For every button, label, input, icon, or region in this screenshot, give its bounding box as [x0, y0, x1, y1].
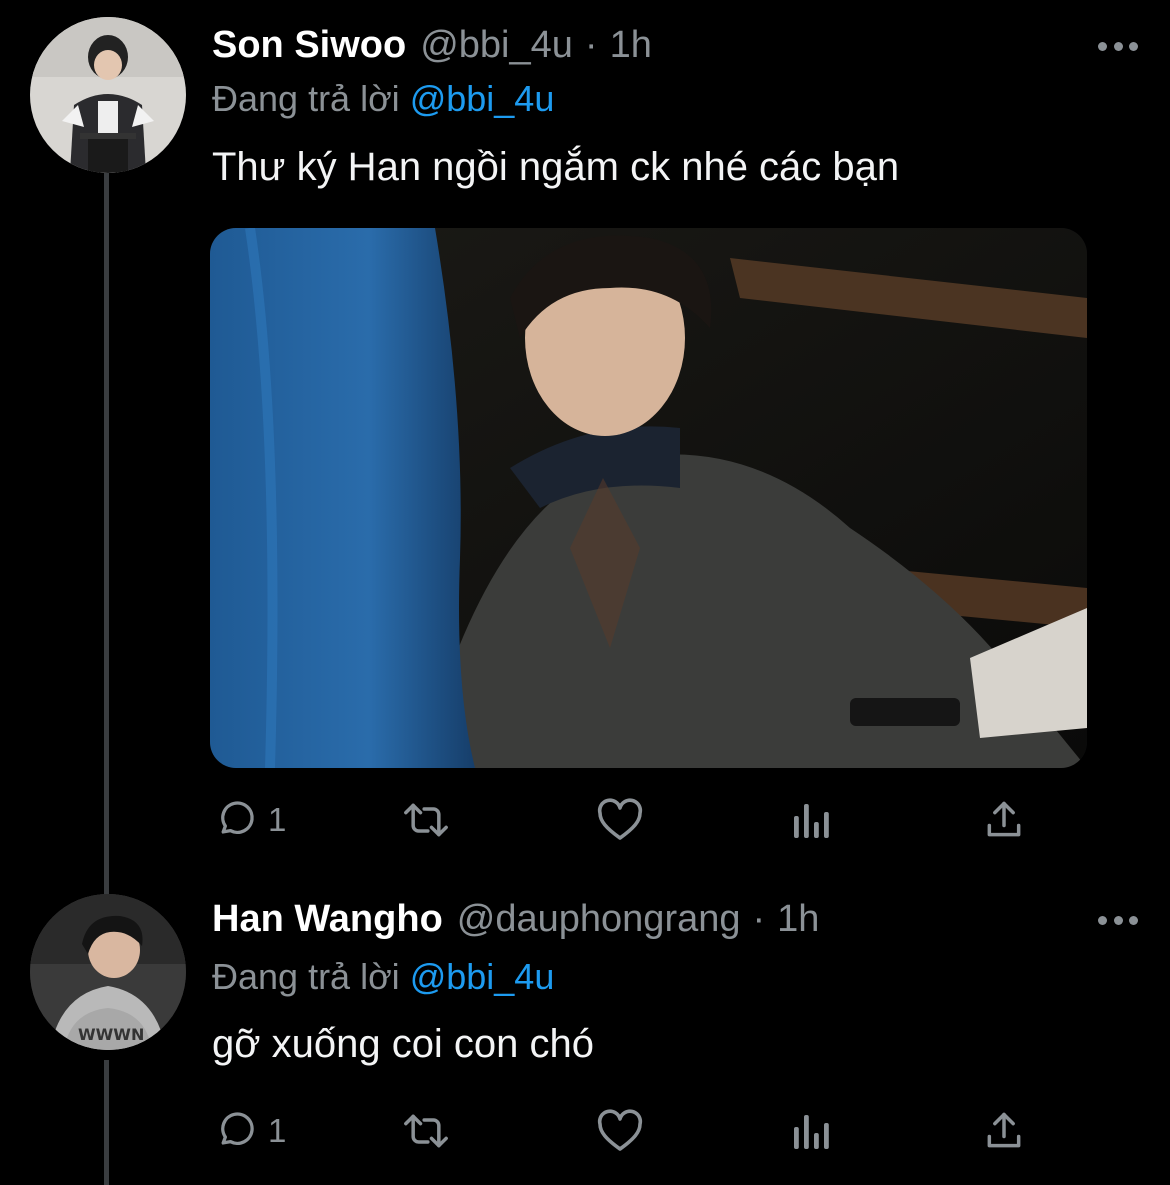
timestamp[interactable]: 1h [777, 898, 819, 941]
avatar[interactable] [30, 17, 186, 173]
reply-icon [221, 801, 254, 834]
more-icon[interactable] [1098, 910, 1138, 930]
views-button[interactable] [792, 795, 832, 845]
retweet-icon [404, 803, 448, 837]
reply-count: 1 [268, 1112, 287, 1149]
retweet-icon [404, 1114, 448, 1148]
more-icon[interactable] [1098, 36, 1138, 56]
reply-button[interactable]: 1 [214, 795, 286, 845]
tweet-text: gỡ xuống coi con chó [212, 1022, 595, 1066]
display-name[interactable]: Son Siwoo [212, 24, 406, 67]
retweet-button[interactable] [400, 1106, 452, 1156]
share-icon [987, 801, 1021, 837]
replying-to: Đang trả lời @bbi_4u [212, 956, 554, 998]
mention-link[interactable]: @bbi_4u [410, 956, 555, 997]
tweet[interactable]: WWWN Han Wangho @dauphongrang · 1h Đang … [0, 880, 1170, 1185]
replying-to: Đang trả lời @bbi_4u [212, 78, 554, 120]
timestamp[interactable]: 1h [610, 24, 652, 67]
like-icon [597, 1109, 643, 1151]
like-button[interactable] [596, 1106, 644, 1156]
tweet-actions: 1 [212, 795, 1042, 845]
retweet-button[interactable] [400, 795, 452, 845]
display-name[interactable]: Han Wangho [212, 898, 443, 941]
views-icon [794, 1115, 829, 1149]
reply-icon [221, 1112, 254, 1145]
tweet-media-image[interactable] [210, 228, 1087, 768]
views-button[interactable] [792, 1106, 832, 1156]
tweet-text: Thư ký Han ngồi ngắm ck nhé các bạn [212, 145, 900, 189]
like-icon [597, 798, 643, 840]
user-handle[interactable]: @bbi_4u [420, 24, 573, 67]
share-button[interactable] [982, 1106, 1026, 1156]
avatar[interactable]: WWWN [30, 894, 186, 1050]
reply-count: 1 [268, 801, 287, 838]
replying-prefix: Đang trả lời [212, 78, 400, 119]
tweet-header: Son Siwoo @bbi_4u · 1h [212, 24, 652, 72]
svg-text:WWWN: WWWN [78, 1025, 144, 1044]
mention-link[interactable]: @bbi_4u [410, 78, 555, 119]
user-handle[interactable]: @dauphongrang [457, 898, 741, 941]
replying-prefix: Đang trả lời [212, 956, 400, 997]
reply-button[interactable]: 1 [214, 1106, 286, 1156]
views-icon [794, 804, 829, 838]
tweet-actions: 1 [212, 1106, 1042, 1156]
separator-dot: · [752, 898, 766, 940]
tweet-header: Han Wangho @dauphongrang · 1h [212, 898, 819, 946]
share-button[interactable] [982, 795, 1026, 845]
like-button[interactable] [596, 795, 644, 845]
separator-dot: · [584, 24, 598, 66]
share-icon [987, 1112, 1021, 1148]
tweet[interactable]: Son Siwoo @bbi_4u · 1h Đang trả lời @bbi… [0, 0, 1170, 880]
